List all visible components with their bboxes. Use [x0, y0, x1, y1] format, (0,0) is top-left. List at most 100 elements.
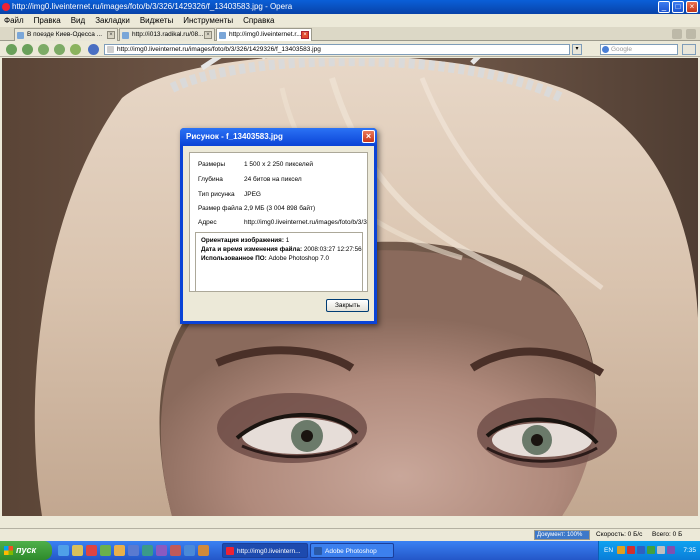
tray-icon[interactable] — [647, 546, 655, 554]
menu-widgets[interactable]: Виджеты — [140, 14, 173, 27]
exif-key: Использованное ПО: — [201, 255, 267, 262]
navigation-bar: http://img0.liveinternet.ru/images/foto/… — [0, 42, 700, 57]
address-dropdown-icon[interactable]: ▾ — [572, 44, 582, 55]
address-url: http://img0.liveinternet.ru/images/foto/… — [117, 46, 321, 53]
tab-train[interactable]: В поезде Киев-Одесса ... × — [14, 28, 118, 41]
tab-close-icon[interactable]: × — [107, 31, 115, 39]
tab-list-icon[interactable] — [686, 29, 696, 39]
tab-close-icon[interactable]: × — [204, 31, 212, 39]
clock: 7:35 — [683, 547, 696, 554]
menu-help[interactable]: Справка — [243, 14, 274, 27]
windows-logo-icon — [4, 546, 13, 555]
tab-radikal[interactable]: http://i013.radikal.ru/08... × — [119, 28, 215, 41]
forward-icon[interactable] — [22, 44, 33, 55]
dialog-title-bar[interactable]: Рисунок - f_13403583.jpg × — [180, 128, 377, 146]
address-input[interactable]: http://img0.liveinternet.ru/images/foto/… — [104, 44, 570, 55]
at-sign-icon[interactable] — [88, 44, 99, 55]
quicklaunch-app-icon[interactable] — [100, 545, 111, 556]
exif-row: Дата и время изменения файла: 2008:03:27… — [201, 245, 362, 254]
tray-icon[interactable] — [637, 546, 645, 554]
quicklaunch-app-icon[interactable] — [184, 545, 195, 556]
tab-liveinternet[interactable]: http://img0.liveinternet.r... × — [216, 28, 312, 41]
tray-icon[interactable] — [657, 546, 665, 554]
opera-logo-icon — [2, 3, 10, 11]
start-label: пуск — [16, 545, 37, 555]
document-progress-bar: Документ: 100% — [534, 530, 590, 540]
minimize-button[interactable]: _ — [658, 1, 670, 13]
quicklaunch-app-icon[interactable] — [156, 545, 167, 556]
menu-bookmarks[interactable]: Закладки — [95, 14, 130, 27]
close-window-button[interactable]: × — [686, 1, 698, 13]
quicklaunch-folder-icon[interactable] — [72, 545, 83, 556]
exif-row: Ориентация изображения: 1 — [201, 236, 357, 245]
tray-icon[interactable] — [627, 546, 635, 554]
search-input[interactable]: Google — [600, 44, 678, 55]
rewind-icon[interactable] — [38, 44, 49, 55]
close-dialog-button[interactable]: Закрыть — [326, 299, 369, 312]
tray-icon[interactable] — [667, 546, 675, 554]
quicklaunch-opera-icon[interactable] — [86, 545, 97, 556]
property-key: Глубина — [198, 176, 223, 183]
menu-edit[interactable]: Правка — [34, 14, 61, 27]
page-favicon-icon — [122, 32, 129, 39]
tab-label: http://img0.liveinternet.r... — [229, 31, 302, 38]
tray-icon[interactable] — [617, 546, 625, 554]
quicklaunch-app-icon[interactable] — [128, 545, 139, 556]
total-indicator: Всего: 0 Б — [652, 531, 683, 538]
menu-file[interactable]: Файл — [4, 14, 24, 27]
language-indicator[interactable]: EN — [604, 541, 613, 560]
exif-value: 1 — [285, 237, 290, 244]
property-key: Размеры — [198, 161, 226, 168]
tab-label: В поезде Киев-Одесса ... — [27, 31, 103, 38]
speed-indicator: Скорость: 0 Б/с — [596, 531, 643, 538]
back-icon[interactable] — [6, 44, 17, 55]
task-label: http://img0.liveintern... — [237, 548, 301, 555]
task-label: Adobe Photoshop — [325, 548, 377, 555]
menu-tools[interactable]: Инструменты — [183, 14, 233, 27]
property-key: Адрес — [198, 219, 217, 226]
dialog-title: Рисунок - f_13403583.jpg — [186, 132, 283, 141]
taskbar-item-photoshop[interactable]: Adobe Photoshop — [310, 543, 394, 558]
property-key: Размер файла — [198, 205, 243, 212]
window-title-bar[interactable]: http://img0.liveinternet.ru/images/foto/… — [0, 0, 700, 14]
photoshop-icon — [314, 547, 322, 555]
property-value: 2,9 МБ (3 004 898 байт) — [244, 205, 316, 212]
property-value: http://img0.liveinternet.ru/images/foto/… — [244, 219, 367, 226]
tab-bar: В поезде Киев-Одесса ... × http://i013.r… — [0, 27, 700, 41]
tab-label: http://i013.radikal.ru/08... — [132, 31, 204, 38]
exif-value: Adobe Photoshop 7.0 — [268, 255, 330, 262]
status-bar: Документ: 100% Скорость: 0 Б/с Всего: 0 … — [0, 528, 700, 541]
image-properties-dialog: Рисунок - f_13403583.jpg × Размеры 1 500… — [180, 128, 377, 324]
quicklaunch-app-icon[interactable] — [142, 545, 153, 556]
quicklaunch-app-icon[interactable] — [170, 545, 181, 556]
menu-bar: Файл Правка Вид Закладки Виджеты Инструм… — [0, 14, 700, 27]
reload-icon[interactable] — [70, 44, 81, 55]
tab-close-icon[interactable]: × — [301, 31, 309, 39]
system-tray: EN 7:35 — [598, 541, 700, 560]
quicklaunch-app-icon[interactable] — [114, 545, 125, 556]
exif-key: Дата и время изменения файла: — [201, 246, 303, 253]
property-value: 24 битов на пиксел — [244, 176, 302, 183]
trash-icon[interactable] — [672, 29, 682, 39]
page-favicon-icon — [17, 32, 24, 39]
document-progress-label: Документ: 100% — [537, 532, 583, 538]
dialog-close-button[interactable]: × — [362, 130, 375, 143]
exif-row: Использованное ПО: Adobe Photoshop 7.0 — [201, 254, 357, 263]
taskbar-item-opera[interactable]: http://img0.liveintern... — [222, 543, 308, 558]
page-favicon-icon — [219, 32, 226, 39]
exif-info-box: Ориентация изображения: 1 Дата и время и… — [195, 232, 363, 292]
menu-view[interactable]: Вид — [71, 14, 85, 27]
start-button[interactable]: пуск — [0, 541, 52, 560]
property-key: Тип рисунка — [198, 191, 235, 198]
property-value: JPEG — [244, 191, 261, 198]
maximize-button[interactable]: □ — [672, 1, 684, 13]
quicklaunch-ie-icon[interactable] — [58, 545, 69, 556]
properties-panel: Размеры 1 500 x 2 250 пикселей Глубина 2… — [189, 152, 368, 292]
quicklaunch-app-icon[interactable] — [198, 545, 209, 556]
opera-icon — [226, 547, 234, 555]
exif-value: 2008:03:27 12:27:56 — [303, 246, 362, 253]
property-value: 1 500 x 2 250 пикселей — [244, 161, 313, 168]
fast-forward-icon[interactable] — [54, 44, 65, 55]
page-icon — [107, 46, 114, 53]
search-engine-dropdown[interactable] — [682, 44, 696, 55]
